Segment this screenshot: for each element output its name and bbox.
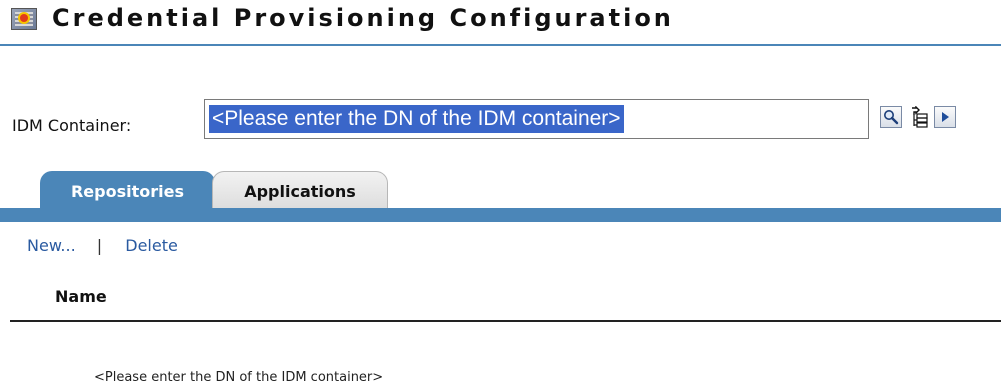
tab-bar-underline — [0, 208, 1001, 222]
arrow-right-icon — [942, 112, 949, 122]
action-bar: New... | Delete — [27, 236, 178, 255]
idm-container-value: <Please enter the DN of the IDM containe… — [209, 105, 624, 133]
page-header: Credential Provisioning Configuration — [0, 0, 1001, 46]
empty-state-message: <Please enter the DN of the IDM containe… — [94, 370, 384, 385]
tree-browse-icon — [912, 106, 928, 128]
delete-button[interactable]: Delete — [125, 236, 178, 255]
column-header-name[interactable]: Name — [55, 287, 107, 306]
tab-applications[interactable]: Applications — [212, 171, 388, 211]
new-button[interactable]: New... — [27, 236, 76, 255]
page: Credential Provisioning Configuration ID… — [0, 0, 1001, 387]
idm-container-input[interactable]: <Please enter the DN of the IDM containe… — [204, 99, 869, 139]
config-icon — [11, 8, 37, 30]
tab-strip: Repositories Applications — [0, 171, 1001, 211]
search-button[interactable] — [880, 106, 902, 128]
action-separator: | — [96, 236, 103, 255]
page-title: Credential Provisioning Configuration — [52, 4, 674, 32]
go-button[interactable] — [934, 106, 956, 128]
search-icon — [884, 110, 899, 125]
browse-tree-button[interactable] — [908, 106, 930, 128]
idm-container-label: IDM Container: — [12, 116, 132, 135]
table-header-divider — [10, 320, 1001, 322]
tab-repositories[interactable]: Repositories — [40, 171, 215, 211]
